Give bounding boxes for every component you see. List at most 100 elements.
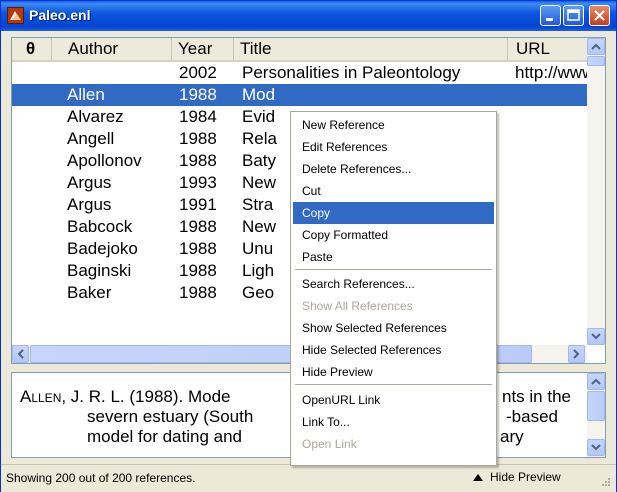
preview-line1-right: nts in the [502, 387, 571, 406]
cell-year: 1988 [179, 129, 217, 148]
reference-count: Showing 200 out of 200 references. [6, 471, 196, 485]
cell-year: 1988 [179, 151, 217, 170]
menu-item-open-link: Open Link [302, 437, 357, 451]
maximize-icon [568, 10, 579, 13]
hide-preview-toggle[interactable]: Hide Preview [472, 470, 561, 484]
scroll-left-button[interactable] [12, 345, 29, 363]
cell-title: Personalities in Paleontology [242, 63, 461, 82]
close-icon [594, 10, 605, 21]
preview-line1-text: , J. R. L. (1988). Mode [61, 387, 231, 406]
status-bar: Showing 200 out of 200 references. Hide … [1, 464, 616, 492]
cell-year: 1988 [179, 217, 217, 236]
scroll-down-button[interactable] [587, 328, 605, 345]
menu-item-cut[interactable]: Cut [293, 180, 494, 202]
cell-url [515, 84, 587, 106]
cell-year: 2002 [179, 63, 217, 82]
cell-title: Mod [242, 85, 276, 104]
preview-line3-right: ary [500, 427, 524, 446]
column-title[interactable]: Title [234, 38, 508, 60]
cell-url [515, 260, 587, 282]
cell-author: Alvarez [67, 107, 124, 126]
column-attachment[interactable]: θ [12, 38, 52, 60]
minimize-button[interactable] [540, 5, 561, 26]
cell-author: Angell [67, 129, 115, 148]
cell-year: 1988 [179, 239, 217, 258]
column-header: θ Author Year Title URL [12, 38, 587, 62]
menu-item-hide-preview[interactable]: Hide Preview [293, 361, 494, 383]
menu-item-hide-selected-references[interactable]: Hide Selected References [293, 339, 494, 361]
chevron-up-icon [591, 378, 601, 385]
title-bar[interactable]: Paleo.enl [1, 1, 616, 31]
vertical-scroll-thumb[interactable] [587, 56, 605, 66]
preview-line2-text: severn estuary (South [87, 407, 254, 426]
window-title: Paleo.enl [29, 7, 91, 23]
chevron-left-icon [17, 349, 24, 359]
up-triangle-icon [473, 474, 483, 481]
column-url[interactable]: URL [508, 38, 587, 60]
chevron-down-icon [591, 444, 601, 451]
preview-scroll-thumb[interactable] [587, 391, 605, 421]
table-row[interactable]: 2002 Personalities in Paleontology http://… [12, 62, 587, 84]
cell-url [515, 238, 587, 260]
cell-author: Allen [67, 85, 105, 104]
menu-separator [295, 384, 492, 385]
scroll-right-button[interactable] [568, 345, 585, 363]
cell-url [515, 106, 587, 128]
maximize-button[interactable] [563, 5, 584, 26]
close-button[interactable] [589, 5, 610, 26]
minimize-icon [546, 18, 553, 21]
menu-item-show-selected-references[interactable]: Show Selected References [293, 317, 494, 339]
preview-scrollbar[interactable] [587, 373, 605, 457]
column-year[interactable]: Year [172, 38, 234, 60]
preview-author: Allen [20, 387, 62, 406]
menu-item-copy[interactable]: Copy [293, 202, 494, 224]
menu-item-openurl-link[interactable]: OpenURL Link [293, 389, 494, 411]
endnote-app-icon [7, 7, 24, 24]
menu-item-delete-references[interactable]: Delete References... [293, 158, 494, 180]
cell-author: Baginski [67, 261, 132, 280]
column-author[interactable]: Author [52, 38, 172, 60]
preview-line3-text: model for dating and [87, 427, 242, 446]
cell-year: 1993 [179, 173, 217, 192]
menu-item-paste[interactable]: Paste [293, 246, 494, 268]
menu-item-show-all-references: Show All References [302, 299, 413, 313]
scroll-up-button[interactable] [587, 38, 605, 55]
menu-item-search-references[interactable]: Search References... [293, 273, 494, 295]
chevron-up-icon [591, 43, 601, 50]
cell-author: Badejoko [67, 239, 138, 258]
cell-author: Babcock [67, 217, 133, 236]
cell-url [515, 282, 587, 304]
chevron-right-icon [573, 349, 580, 359]
cell-year: 1991 [179, 195, 217, 214]
cell-author: Apollonov [67, 151, 142, 170]
menu-item-new-reference[interactable]: New Reference [293, 114, 494, 136]
context-menu: New Reference Edit References Delete Refer… [290, 111, 497, 466]
preview-scroll-down-button[interactable] [587, 439, 605, 456]
cell-year: 1988 [179, 283, 217, 302]
cell-url [515, 150, 587, 172]
cell-author: Argus [67, 195, 112, 214]
preview-scroll-up-button[interactable] [587, 373, 605, 390]
cell-url [515, 172, 587, 194]
preview-line2-right: -based [506, 407, 558, 426]
resize-grip-icon[interactable] [599, 475, 611, 487]
table-row[interactable]: Allen 1988 Mod [12, 84, 587, 106]
cell-author: Argus [67, 173, 112, 192]
menu-item-link-to[interactable]: Link To... [293, 411, 494, 433]
hide-preview-label: Hide Preview [490, 470, 561, 484]
app-window: Paleo.enl θ Author Year Title URL 2002 Pe… [0, 0, 617, 492]
cell-year: 1988 [179, 85, 217, 104]
menu-separator [295, 269, 492, 270]
cell-author: Baker [67, 283, 112, 302]
cell-url [515, 194, 587, 216]
menu-item-edit-references[interactable]: Edit References [293, 136, 494, 158]
cell-url [515, 128, 587, 150]
cell-year: 1984 [179, 107, 217, 126]
menu-item-copy-formatted[interactable]: Copy Formatted [293, 224, 494, 246]
cell-url [515, 216, 587, 238]
vertical-scrollbar[interactable] [587, 38, 605, 345]
cell-year: 1988 [179, 261, 217, 280]
cell-author [67, 62, 167, 84]
chevron-down-icon [591, 333, 601, 340]
cell-url: http://www [515, 63, 587, 82]
